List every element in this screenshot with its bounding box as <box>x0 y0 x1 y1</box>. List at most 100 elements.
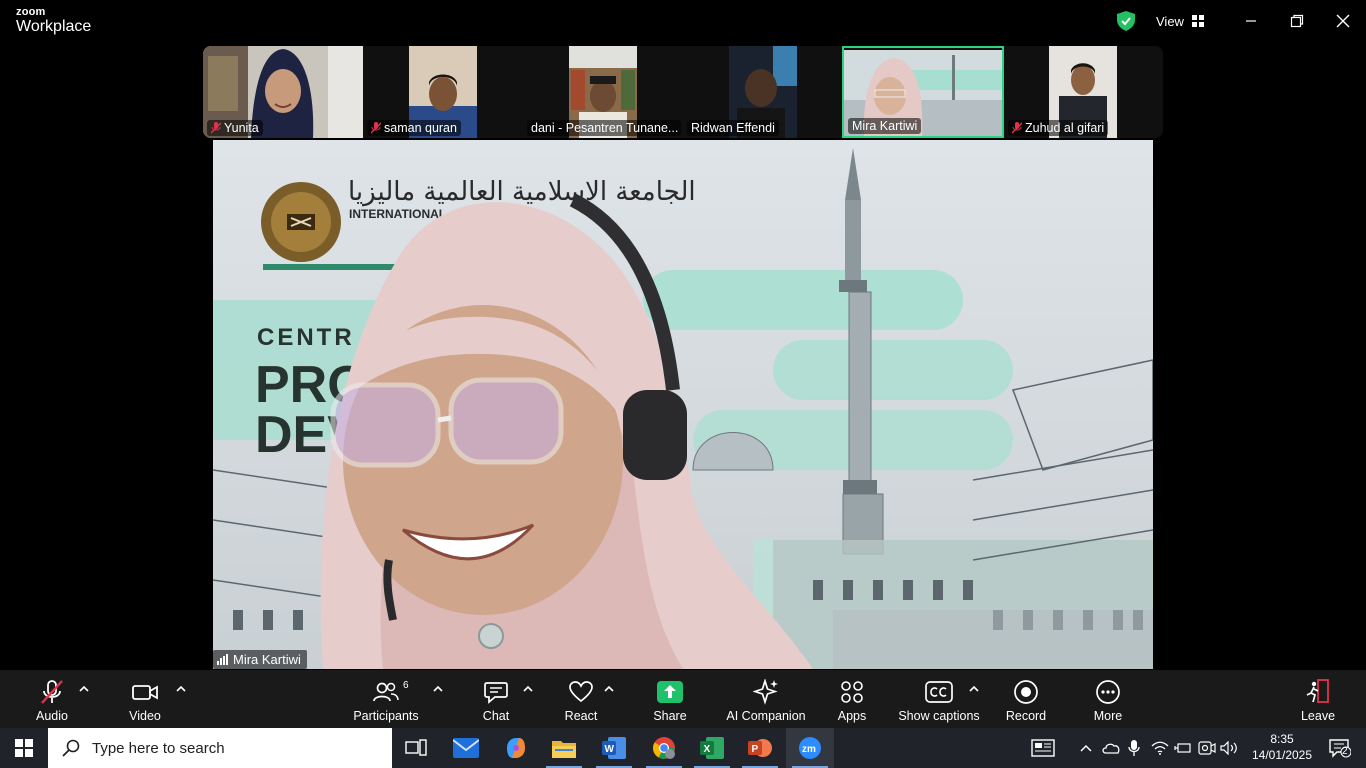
participant-name: dani - Pesantren Tunane... <box>531 121 679 135</box>
minimize-icon <box>1246 20 1256 22</box>
taskbar-clock[interactable]: 8:35 14/01/2025 <box>1244 731 1320 763</box>
close-button[interactable] <box>1330 8 1356 34</box>
apps-icon <box>841 681 863 703</box>
taskbar-chrome-app[interactable] <box>640 728 688 768</box>
apps-button[interactable]: Apps <box>834 670 870 728</box>
brand-big: Workplace <box>16 18 92 35</box>
taskbar-powerpoint-app[interactable]: P <box>736 728 784 768</box>
tray-microphone[interactable] <box>1124 728 1144 768</box>
chevron-up-icon <box>1080 744 1092 752</box>
thumbnail-tile-active-speaker[interactable]: Mira Kartiwi <box>842 46 1004 138</box>
cloud-icon <box>1102 743 1120 754</box>
view-button[interactable]: View <box>1156 10 1204 32</box>
speaker-video-frame: الجامعة الإسلامية العالمية ماليزيا INTER… <box>213 140 1153 669</box>
leave-meeting-button[interactable]: Leave <box>1298 670 1338 728</box>
ai-companion-button[interactable]: AI Companion <box>724 670 808 728</box>
more-button[interactable]: More <box>1090 670 1126 728</box>
news-icon <box>1031 739 1055 757</box>
ai-companion-label: AI Companion <box>726 709 806 723</box>
share-screen-button[interactable]: Share <box>648 670 692 728</box>
taskbar-zoom-app[interactable]: zm <box>786 728 834 768</box>
encryption-shield-icon[interactable] <box>1117 11 1135 31</box>
webcam-icon <box>1198 741 1216 755</box>
mail-icon <box>453 738 479 758</box>
tray-battery[interactable] <box>1172 728 1194 768</box>
minimize-button[interactable] <box>1238 8 1264 34</box>
tray-volume[interactable] <box>1218 728 1242 768</box>
zoom-meeting-window: zoom Workplace View Yunita saman quran d… <box>0 0 1366 728</box>
battery-plug-icon <box>1174 743 1191 753</box>
show-captions-label: Show captions <box>898 709 980 723</box>
participants-button[interactable]: 6 Participants <box>352 670 420 728</box>
thumbnail-tile[interactable]: dani - Pesantren Tunane... <box>523 46 683 138</box>
react-button[interactable]: React <box>560 670 602 728</box>
svg-text:X: X <box>704 744 711 755</box>
video-button[interactable]: Video <box>122 670 168 728</box>
connection-signal-icon <box>217 654 228 665</box>
audio-button[interactable]: Audio <box>30 670 74 728</box>
mic-muted-icon <box>371 122 381 134</box>
windows-logo-icon <box>15 739 33 757</box>
taskbar-mail-app[interactable] <box>442 728 490 768</box>
chat-options-chevron-up-icon[interactable] <box>522 684 534 694</box>
mic-muted-icon <box>211 122 221 134</box>
chrome-icon <box>653 737 675 759</box>
participants-options-chevron-up-icon[interactable] <box>432 684 444 694</box>
svg-text:W: W <box>605 744 615 755</box>
powerpoint-icon: P <box>748 739 772 757</box>
thumbnail-label: dani - Pesantren Tunane... <box>527 120 681 136</box>
restore-icon <box>1290 14 1304 28</box>
record-button[interactable]: Record <box>1004 670 1048 728</box>
heart-react-icon <box>569 681 593 703</box>
active-speaker-name: Mira Kartiwi <box>233 652 301 667</box>
show-captions-button[interactable]: Show captions <box>898 670 980 728</box>
title-bar: zoom Workplace View <box>0 0 1366 42</box>
closed-captions-icon <box>925 681 953 703</box>
logo-arabic-text: الجامعة الإسلامية العالمية ماليزيا <box>348 177 696 207</box>
mic-muted-icon <box>41 680 63 704</box>
audio-options-chevron-up-icon[interactable] <box>78 684 90 694</box>
thumbnail-tile[interactable]: Ridwan Effendi <box>683 46 843 138</box>
participants-label: Participants <box>353 709 419 723</box>
taskbar-word-app[interactable]: W <box>590 728 638 768</box>
svg-text:zm: zm <box>802 744 816 755</box>
action-center-button[interactable]: 2 <box>1322 728 1358 768</box>
tray-wifi[interactable] <box>1148 728 1172 768</box>
thumbnail-tile[interactable]: saman quran <box>363 46 523 138</box>
task-view-icon <box>405 739 427 756</box>
captions-options-chevron-up-icon[interactable] <box>968 684 980 694</box>
thumbnail-label: saman quran <box>367 120 461 136</box>
thumbnail-tile[interactable]: Zuhud al gifari <box>1004 46 1163 138</box>
tray-meet-now[interactable] <box>1196 728 1218 768</box>
wifi-icon <box>1151 741 1169 755</box>
logo-english-text: INTERNATIONAL <box>349 207 446 221</box>
start-button[interactable] <box>0 728 48 768</box>
search-icon <box>62 739 80 757</box>
tray-news-widget[interactable] <box>1028 728 1058 768</box>
tray-onedrive[interactable] <box>1100 728 1122 768</box>
video-camera-icon <box>132 685 158 700</box>
thumbnail-tile[interactable]: Yunita <box>203 46 363 138</box>
restore-button[interactable] <box>1284 8 1310 34</box>
react-options-chevron-up-icon[interactable] <box>603 684 615 694</box>
participant-name: saman quran <box>384 121 457 135</box>
participants-icon <box>373 682 399 702</box>
participants-count: 6 <box>403 680 409 691</box>
zoom-icon: zm <box>799 737 821 759</box>
video-options-chevron-up-icon[interactable] <box>175 684 187 694</box>
share-label: Share <box>653 709 687 723</box>
taskbar-search-box[interactable]: Type here to search <box>48 728 392 768</box>
record-icon <box>1014 680 1038 704</box>
taskbar-excel-app[interactable]: X <box>688 728 736 768</box>
meeting-toolbar: Audio Video 6 Participants Chat React Sh… <box>0 670 1366 728</box>
thumbnail-label: Yunita <box>207 120 263 136</box>
windows-taskbar: Type here to search W X P zm 8:35 14/01/… <box>0 728 1366 768</box>
task-view-button[interactable] <box>392 728 440 768</box>
participant-name: Zuhud al gifari <box>1025 121 1105 135</box>
active-speaker-video[interactable]: الجامعة الإسلامية العالمية ماليزيا INTER… <box>213 140 1153 669</box>
taskbar-file-explorer[interactable] <box>540 728 588 768</box>
taskbar-copilot-app[interactable] <box>492 728 540 768</box>
tray-show-hidden-icons[interactable] <box>1076 728 1096 768</box>
participant-name: Mira Kartiwi <box>852 119 918 133</box>
chat-button[interactable]: Chat <box>476 670 516 728</box>
